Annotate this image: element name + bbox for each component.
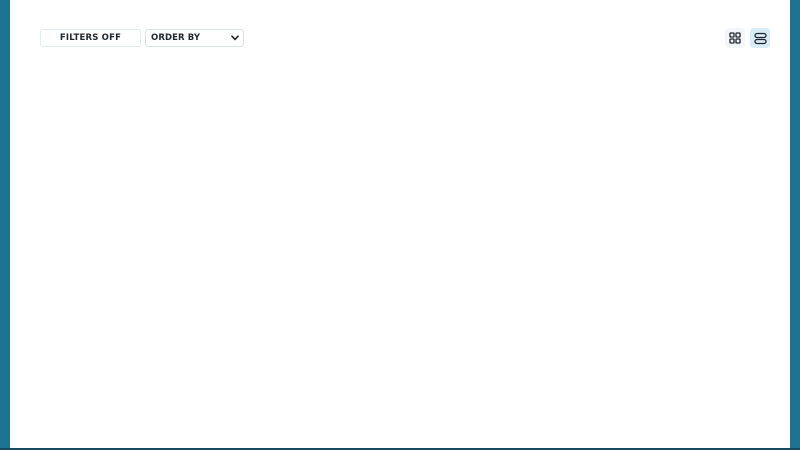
order-by-label: ORDER BY [151, 33, 201, 43]
content-panel: FILTERS OFF ORDER BY [10, 0, 790, 448]
grid-view-button[interactable] [725, 28, 745, 48]
list-view-icon [753, 32, 767, 44]
grid-view-icon [729, 32, 741, 44]
list-view-button[interactable] [750, 28, 770, 48]
filters-toggle-button[interactable]: FILTERS OFF [40, 29, 141, 47]
order-by-select[interactable]: ORDER BY [145, 29, 244, 47]
chevron-down-icon [231, 34, 239, 42]
